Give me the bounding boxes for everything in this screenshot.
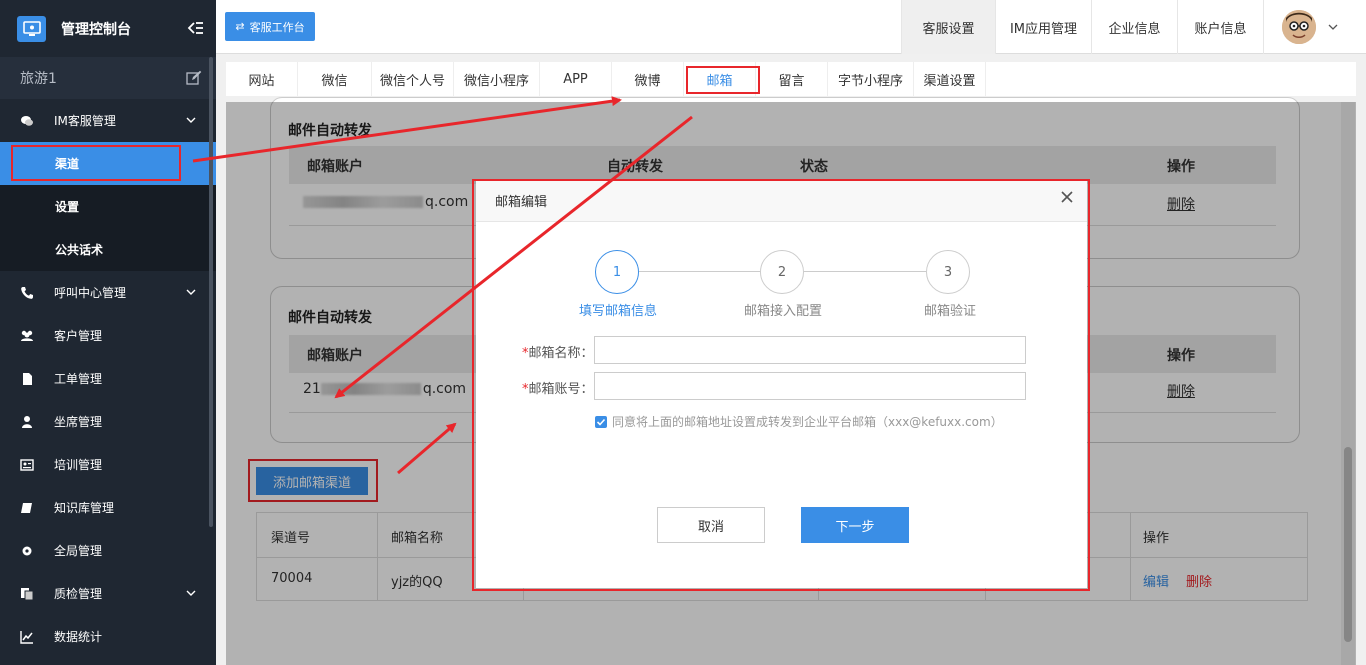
menu-label: 客户管理	[54, 329, 103, 343]
nav-im-apps[interactable]: IM应用管理	[995, 0, 1091, 54]
avatar[interactable]	[1282, 10, 1316, 44]
menu-label: IM客服管理	[54, 114, 116, 128]
tab-label: APP	[563, 71, 588, 87]
menu-training[interactable]: 培训管理	[0, 443, 216, 486]
menu-im-service[interactable]: IM客服管理	[0, 99, 216, 142]
menu-label: 培训管理	[54, 458, 103, 472]
document-icon	[23, 372, 32, 385]
menu-quality[interactable]: 质检管理	[0, 572, 216, 615]
menu-customers[interactable]: 客户管理	[0, 314, 216, 357]
chat-icon	[21, 115, 33, 126]
sidebar-header: 管理控制台	[0, 0, 216, 57]
tab-channel-settings[interactable]: 渠道设置	[914, 62, 986, 96]
tab-label: 字节小程序	[837, 73, 903, 89]
sidebar-item-label: 公共话术	[55, 243, 104, 257]
chevron-down-icon	[186, 590, 196, 596]
tab-bytedance-miniprogram[interactable]: 字节小程序	[828, 62, 914, 96]
menu-label: 知识库管理	[54, 501, 115, 515]
agent-workspace-label: 客服工作台	[249, 20, 305, 34]
console-logo-icon	[17, 15, 46, 42]
person-icon	[22, 415, 32, 428]
tenant-name: 旅游1	[20, 71, 57, 87]
tab-website[interactable]: 网站	[226, 62, 298, 96]
channel-menu-highlight	[11, 145, 181, 181]
menu-label: 数据统计	[54, 630, 103, 644]
tab-wechat-miniprogram[interactable]: 微信小程序	[454, 62, 540, 96]
chevron-down-icon	[1328, 24, 1338, 30]
user-menu[interactable]	[1263, 0, 1361, 54]
sidebar-scrollbar[interactable]	[209, 57, 213, 527]
sidebar-item-settings[interactable]: 设置	[0, 185, 216, 228]
top-bar: ⇄ 客服工作台 客服设置 IM应用管理 企业信息 账户信息	[216, 0, 1366, 54]
menu-agents[interactable]: 坐席管理	[0, 400, 216, 443]
nav-label: 企业信息	[1108, 21, 1161, 37]
menu-label: 呼叫中心管理	[54, 286, 127, 300]
book-icon	[21, 502, 32, 513]
tab-message[interactable]: 留言	[756, 62, 828, 96]
nav-label: IM应用管理	[1009, 21, 1078, 37]
copy-icon	[21, 587, 34, 600]
tab-label: 渠道设置	[923, 73, 976, 89]
agent-workspace-button[interactable]: ⇄ 客服工作台	[225, 12, 315, 41]
menu-global[interactable]: 全局管理	[0, 529, 216, 572]
sidebar: 管理控制台 旅游1 IM客服管理 渠道 设置 公共话术 呼叫中心管理 客户管理 …	[0, 0, 216, 665]
tab-label: 留言	[778, 73, 805, 89]
nav-company-info[interactable]: 企业信息	[1091, 0, 1177, 54]
collapse-sidebar-icon[interactable]	[186, 20, 204, 36]
tab-label: 微信个人号	[379, 73, 445, 89]
tab-wechat[interactable]: 微信	[298, 62, 372, 96]
tab-label: 微博	[634, 73, 661, 89]
tab-wechat-personal[interactable]: 微信个人号	[372, 62, 454, 96]
training-icon	[20, 458, 34, 471]
menu-statistics[interactable]: 数据统计	[0, 615, 216, 658]
menu-label: 质检管理	[54, 587, 103, 601]
phone-icon	[21, 286, 33, 299]
sidebar-item-label: 设置	[55, 200, 80, 214]
nav-service-settings[interactable]: 客服设置	[901, 0, 995, 54]
menu-call-center[interactable]: 呼叫中心管理	[0, 271, 216, 314]
tenant-selector[interactable]: 旅游1	[0, 57, 216, 99]
top-nav: 客服设置 IM应用管理 企业信息 账户信息	[901, 0, 1361, 54]
nav-label: 客服设置	[922, 21, 975, 37]
menu-knowledge-base[interactable]: 知识库管理	[0, 486, 216, 529]
sidebar-item-public-phrases[interactable]: 公共话术	[0, 228, 216, 271]
edit-icon[interactable]	[186, 70, 202, 86]
menu-label: 工单管理	[54, 372, 103, 386]
tab-label: 网站	[248, 73, 275, 89]
tab-label: 微信	[321, 73, 348, 89]
channel-tabs: 网站 微信 微信个人号 微信小程序 APP 微博 邮箱 留言 字节小程序 渠道设…	[226, 62, 1356, 96]
users-icon	[21, 330, 33, 341]
chevron-down-icon	[186, 289, 196, 295]
menu-label: 全局管理	[54, 544, 103, 558]
nav-label: 账户信息	[1194, 21, 1247, 37]
chevron-down-icon	[186, 117, 196, 123]
tab-app[interactable]: APP	[540, 62, 612, 96]
tab-label: 微信小程序	[463, 73, 529, 89]
dialog-highlight	[472, 179, 1090, 591]
nav-account-info[interactable]: 账户信息	[1177, 0, 1263, 54]
email-tab-highlight	[686, 66, 760, 94]
menu-label: 坐席管理	[54, 415, 103, 429]
swap-icon: ⇄	[235, 20, 245, 33]
gear-icon	[22, 546, 32, 555]
console-title: 管理控制台	[61, 21, 131, 38]
chart-icon	[20, 630, 33, 644]
tab-weibo[interactable]: 微博	[612, 62, 684, 96]
menu-tickets[interactable]: 工单管理	[0, 357, 216, 400]
